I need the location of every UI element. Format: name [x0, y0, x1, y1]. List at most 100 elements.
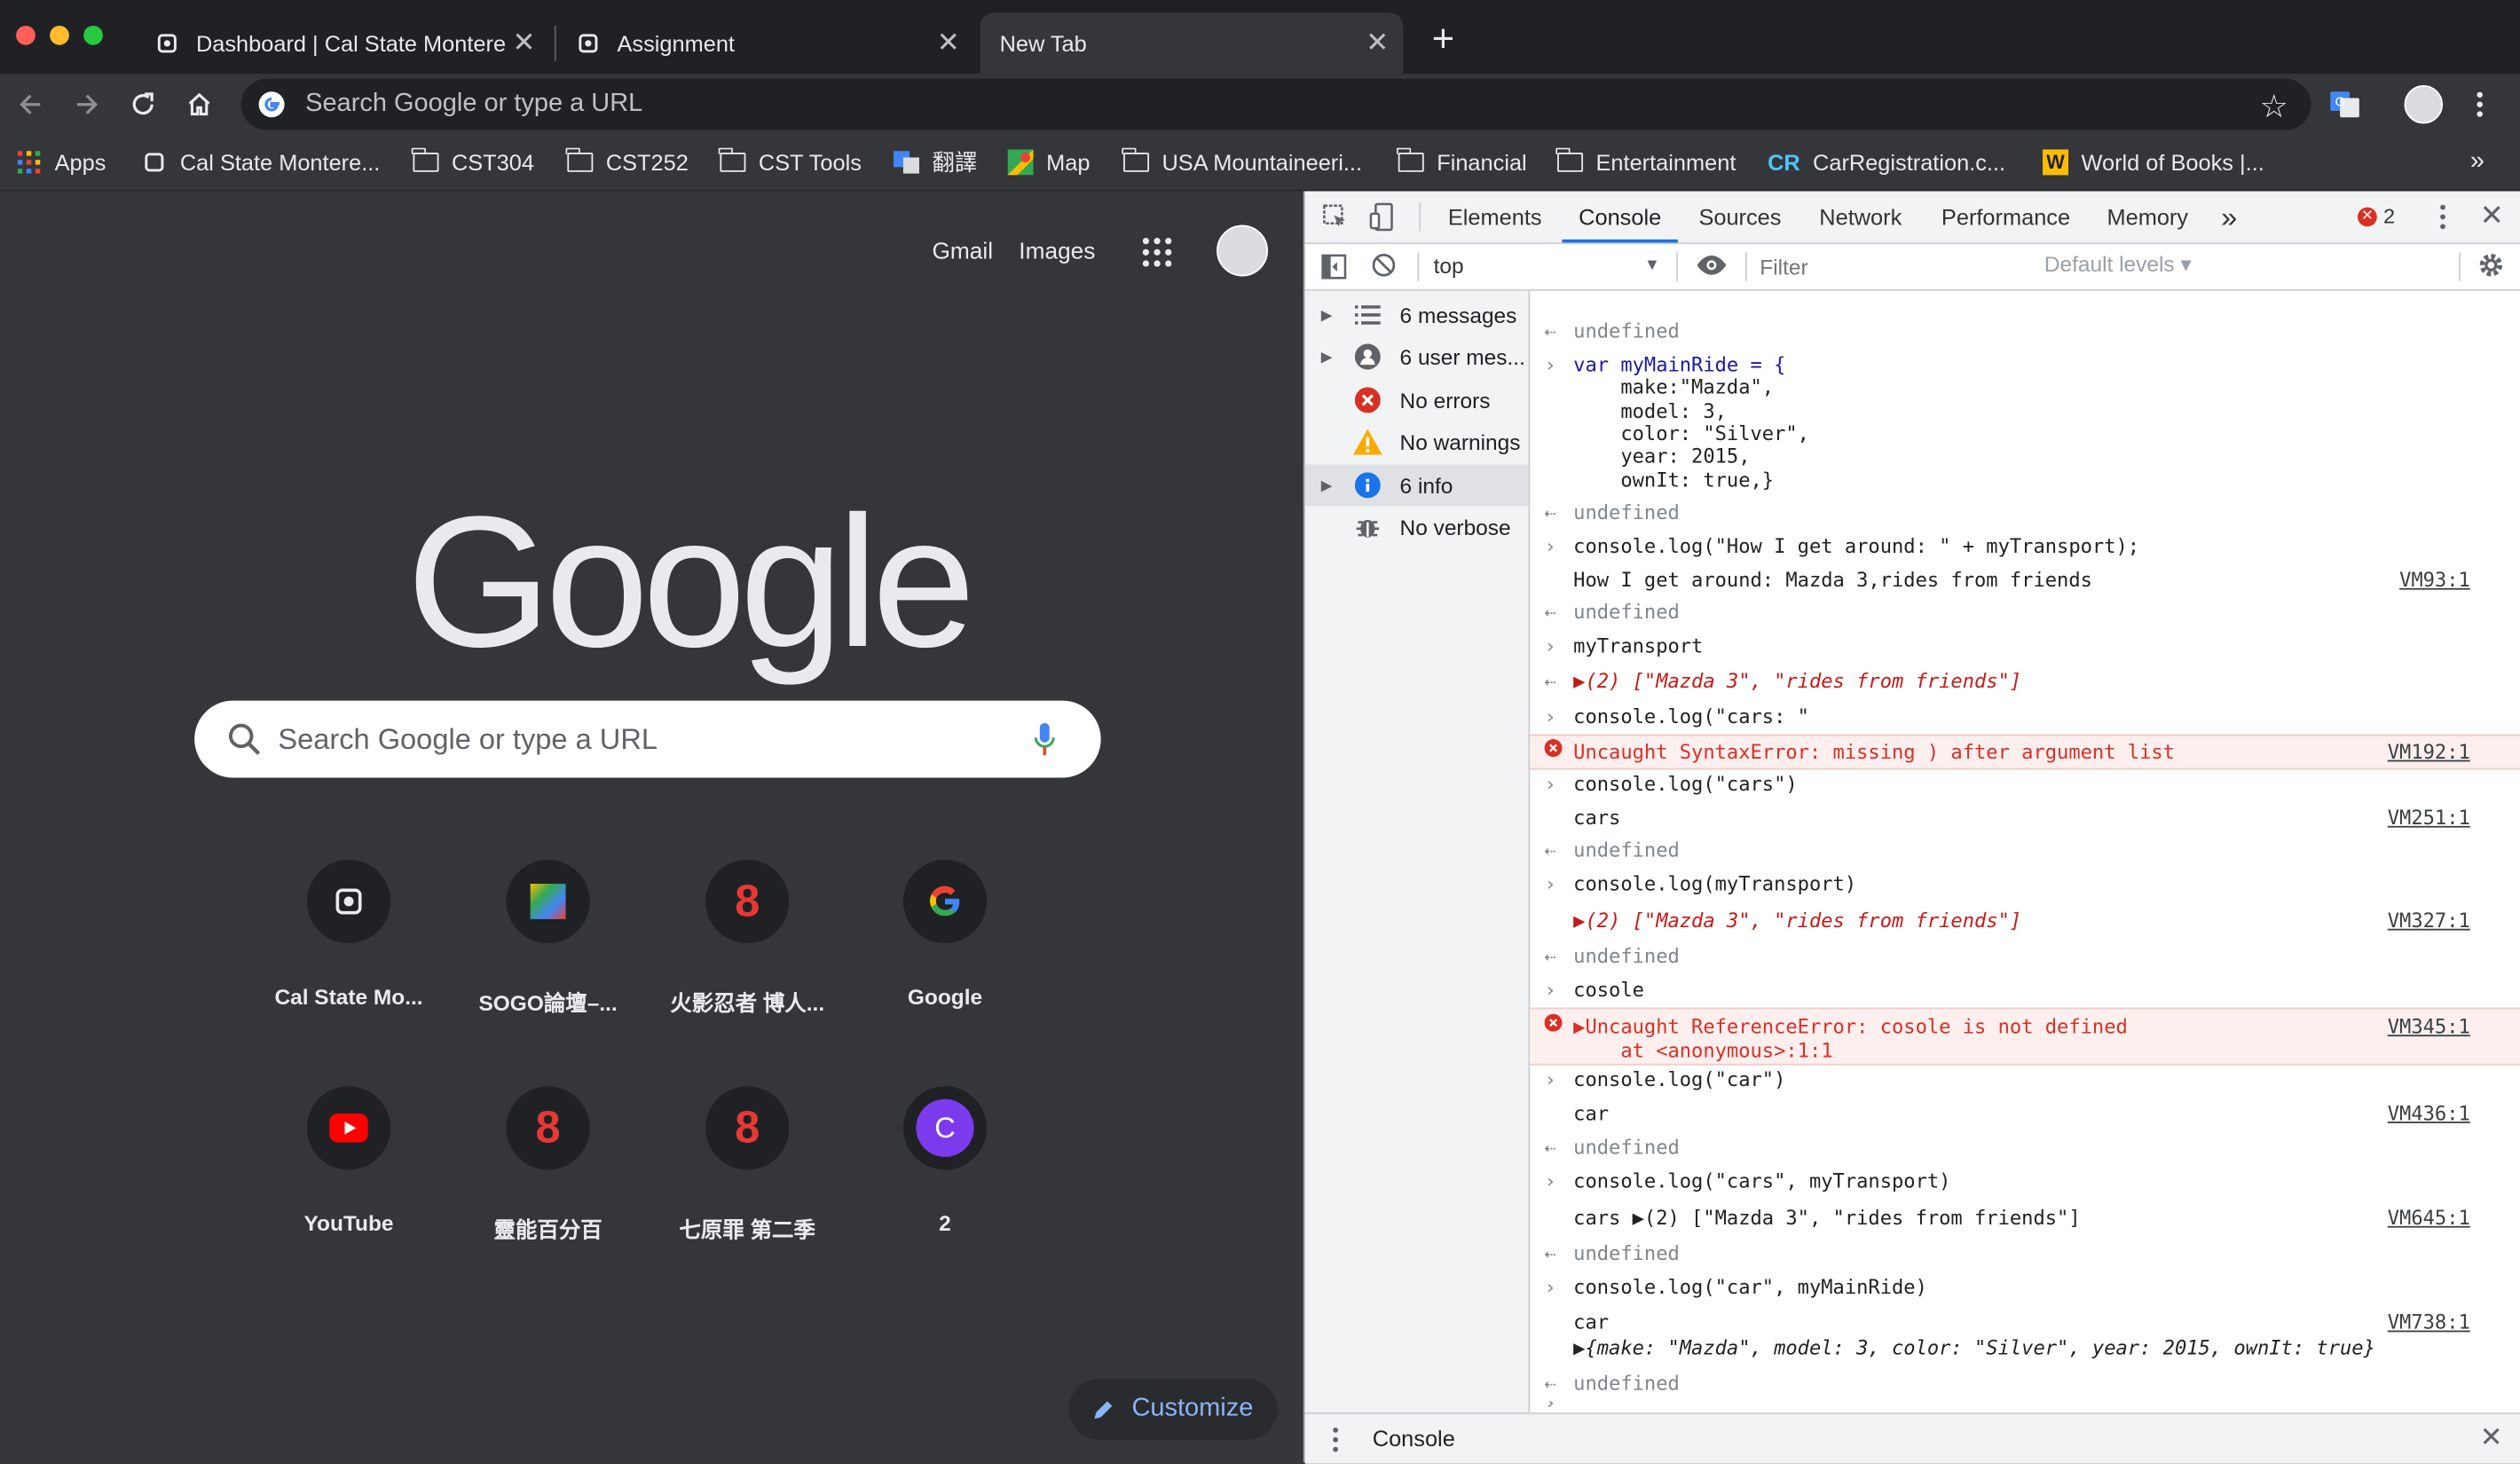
bookmark-apps[interactable]: Apps: [16, 145, 106, 180]
console-error[interactable]: ▶Uncaught ReferenceError: cosole is not …: [1530, 1007, 2520, 1066]
sidebar-item-user-messages[interactable]: ▶ 6 user mes...: [1305, 335, 1529, 377]
tab-strip: Dashboard | Cal State Montere ✕ Assignme…: [0, 0, 2520, 75]
home-button[interactable]: [178, 83, 220, 125]
bookmark-map[interactable]: Map: [1007, 145, 1090, 180]
shortcut-youtube[interactable]: YouTube: [259, 1086, 439, 1266]
bookmark-translate[interactable]: 翻譯: [894, 145, 977, 180]
bookmark-carregistration[interactable]: CR CarRegistration.c...: [1768, 145, 2005, 180]
tab-performance[interactable]: Performance: [1941, 192, 2070, 243]
address-input[interactable]: [302, 88, 2238, 121]
translate-extension-icon[interactable]: G: [2324, 83, 2366, 125]
result-arrow-icon: ⇠: [1544, 670, 1556, 693]
google-apps-icon[interactable]: [1142, 238, 1172, 275]
chrome-menu-icon[interactable]: [2459, 83, 2500, 125]
console-prompt[interactable]: ›: [1530, 1401, 2520, 1413]
youtube-icon: [306, 1086, 391, 1170]
bookmark-cal-state[interactable]: Cal State Montere...: [141, 145, 380, 180]
minimize-window-button[interactable]: [50, 25, 69, 45]
shortcut-seven-deadly-sins[interactable]: 8 七原罪 第二季: [658, 1086, 838, 1266]
source-link[interactable]: VM192:1: [2388, 741, 2470, 763]
bookmark-financial[interactable]: Financial: [1397, 145, 1527, 180]
devtools-menu-icon[interactable]: [2439, 204, 2445, 238]
home-icon: [188, 92, 210, 116]
tab-assignment[interactable]: Assignment ✕: [556, 12, 974, 74]
console-settings-gear-icon[interactable]: [2477, 251, 2506, 288]
reload-button[interactable]: [122, 83, 164, 125]
tab-new-tab[interactable]: New Tab ✕: [980, 12, 1404, 75]
expand-arrow-icon: ▶: [1320, 348, 1333, 365]
new-tab-button[interactable]: +: [1424, 19, 1462, 61]
source-link[interactable]: VM436:1: [2388, 1102, 2470, 1124]
live-expression-eye-icon[interactable]: [1696, 254, 1728, 284]
sidebar-item-errors[interactable]: No errors: [1305, 379, 1529, 421]
devtools-tab-bar: Elements Console Sources Network Perform…: [1304, 191, 2520, 245]
bookmarks-bar: Apps Cal State Montere... CST304 CST252 …: [0, 135, 2520, 192]
sidebar-item-messages[interactable]: ▶ 6 messages: [1305, 294, 1529, 335]
profile-avatar[interactable]: [2403, 83, 2445, 125]
gmail-link[interactable]: Gmail: [932, 240, 993, 265]
shortcut-label: 2: [939, 1211, 951, 1236]
search-input[interactable]: [274, 720, 1021, 758]
user-icon: [1353, 342, 1382, 372]
bookmark-usa-mountaineering[interactable]: USA Mountaineeri...: [1122, 145, 1362, 180]
devtools-divider: [1419, 202, 1421, 232]
account-avatar[interactable]: [1217, 224, 1269, 277]
tab-sources[interactable]: Sources: [1698, 192, 1781, 243]
drawer-menu-icon[interactable]: [1332, 1427, 1339, 1460]
tab-elements[interactable]: Elements: [1448, 192, 1542, 243]
shortcut-naruto[interactable]: 8 火影忍者 博人...: [658, 859, 838, 1040]
shortcut-google[interactable]: Google: [855, 859, 1036, 1040]
csumb-favicon-icon: [575, 30, 601, 56]
tab-dashboard[interactable]: Dashboard | Cal State Montere ✕: [135, 12, 549, 74]
customize-button[interactable]: Customize: [1068, 1378, 1278, 1440]
back-button[interactable]: [10, 83, 51, 125]
tab-close-icon[interactable]: ✕: [1361, 28, 1393, 59]
bookmarks-overflow-button[interactable]: »: [2470, 145, 2485, 180]
tab-console[interactable]: Console: [1562, 192, 1678, 243]
sidebar-item-warnings[interactable]: No warnings: [1305, 421, 1529, 462]
bookmark-star-icon[interactable]: ☆: [2260, 87, 2288, 127]
forward-button[interactable]: [66, 83, 107, 125]
more-tabs-button[interactable]: »: [2221, 192, 2237, 243]
close-drawer-icon[interactable]: ✕: [2480, 1422, 2503, 1454]
ntp-search-box[interactable]: [194, 700, 1101, 778]
log-levels-dropdown[interactable]: Default levels ▾: [2044, 252, 2192, 278]
bookmark-world-of-books[interactable]: W World of Books |...: [2043, 145, 2264, 180]
inspect-element-icon[interactable]: [1323, 204, 1349, 238]
tab-network[interactable]: Network: [1819, 192, 1902, 243]
console-filter-input[interactable]: [1756, 248, 2032, 285]
sidebar-item-verbose[interactable]: No verbose: [1305, 506, 1529, 547]
zoom-window-button[interactable]: [83, 25, 103, 45]
tab-close-icon[interactable]: ✕: [932, 28, 964, 59]
shortcut-sogo[interactable]: SOGO論壇–...: [458, 859, 638, 1040]
show-sidebar-icon[interactable]: [1321, 254, 1347, 287]
bookmark-cst-tools[interactable]: CST Tools: [719, 145, 862, 180]
folder-icon: [566, 147, 594, 175]
close-devtools-icon[interactable]: ✕: [2480, 200, 2504, 233]
source-link[interactable]: VM345:1: [2388, 1016, 2470, 1038]
bookmark-cst252[interactable]: CST252: [566, 145, 689, 180]
address-bar[interactable]: ☆: [240, 78, 2311, 130]
source-link[interactable]: VM738:1: [2388, 1311, 2470, 1334]
shortcut-2[interactable]: C 2: [855, 1086, 1036, 1266]
source-link[interactable]: VM645:1: [2388, 1207, 2470, 1229]
context-selector[interactable]: top ▼: [1434, 249, 1667, 285]
source-link[interactable]: VM93:1: [2399, 569, 2470, 591]
google-logo: Google: [406, 476, 975, 687]
tab-close-icon[interactable]: ✕: [508, 28, 539, 59]
source-link[interactable]: VM251:1: [2388, 807, 2470, 829]
source-link[interactable]: VM327:1: [2388, 909, 2470, 932]
bookmark-entertainment[interactable]: Entertainment: [1555, 145, 1736, 180]
shortcut-cal-state[interactable]: Cal State Mo...: [259, 859, 439, 1040]
device-toolbar-icon[interactable]: [1369, 202, 1395, 240]
close-window-button[interactable]: [16, 25, 35, 45]
shortcut-mob-psycho[interactable]: 8 靈能百分百: [458, 1086, 638, 1266]
error-count-badge[interactable]: ✕ 2: [2358, 204, 2395, 228]
sidebar-item-info[interactable]: ▶ 6 info: [1304, 464, 1529, 507]
drawer-tab-console[interactable]: Console: [1373, 1425, 1455, 1451]
microphone-icon[interactable]: [1034, 721, 1056, 757]
bookmark-cst304[interactable]: CST304: [412, 145, 534, 180]
images-link[interactable]: Images: [1019, 240, 1095, 265]
clear-console-icon[interactable]: [1371, 252, 1397, 286]
tab-memory[interactable]: Memory: [2107, 192, 2188, 243]
